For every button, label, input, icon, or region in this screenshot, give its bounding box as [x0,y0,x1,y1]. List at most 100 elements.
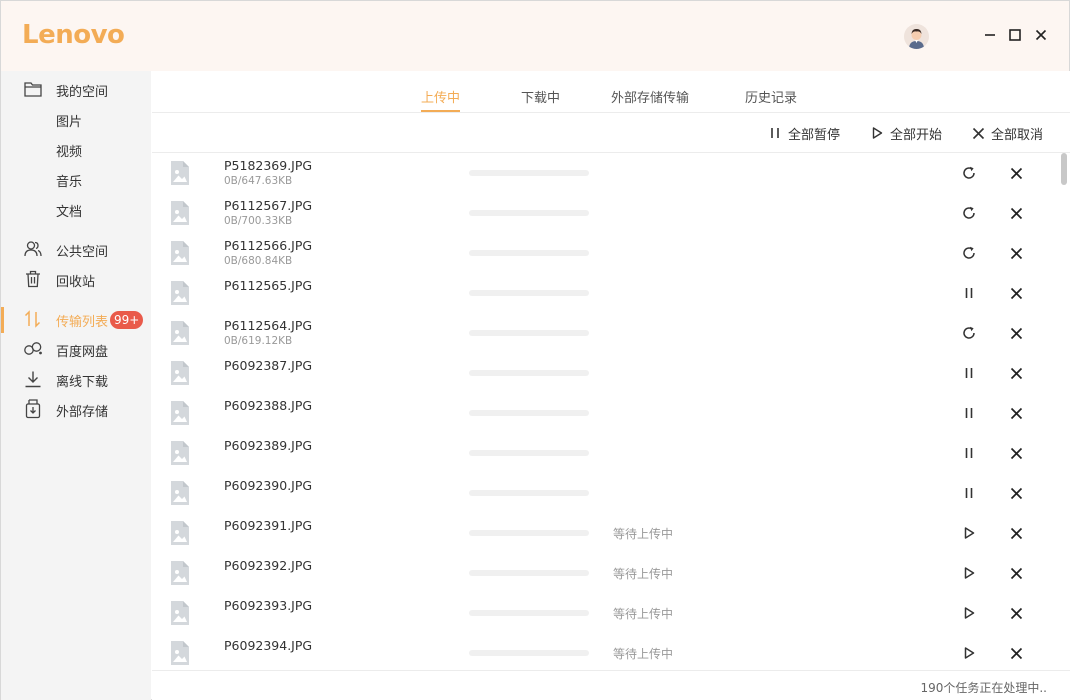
sidebar-item-documents[interactable]: 文档 [1,194,151,224]
cancel-button[interactable] [1008,525,1024,541]
cancel-button[interactable] [1008,405,1024,421]
close-icon [1010,207,1023,220]
play-button[interactable] [961,605,977,621]
transfer-status: 等待上传中 [613,567,674,581]
main-panel: 上传中 下载中 外部存储传输 历史记录 全部暂停 全部开始 全部取消 P5182… [152,71,1070,700]
cancel-button[interactable] [1008,245,1024,261]
cancel-button[interactable] [1008,205,1024,221]
progress-bar [469,450,589,456]
play-icon [963,567,975,579]
close-icon [971,126,985,140]
cancel-button[interactable] [1008,445,1024,461]
sidebar-item-label: 公共空间 [56,245,109,260]
title-bar: Lenovo [1,1,1069,71]
tab-history[interactable]: 历史记录 [745,87,797,106]
sidebar-item-public-space[interactable]: 公共空间 [1,234,151,264]
user-avatar[interactable] [904,24,929,49]
close-icon [1010,247,1023,260]
sidebar-item-external-storage[interactable]: 外部存储 [1,394,151,424]
close-icon [1010,647,1023,660]
transfer-icon [23,309,43,329]
sidebar-item-recycle-bin[interactable]: 回收站 [1,264,151,294]
pause-all-button[interactable]: 全部暂停 [768,125,841,143]
progress-bar [469,650,589,656]
sidebar-item-offline-download[interactable]: 离线下载 [1,364,151,394]
file-size: 0B/700.33KB [224,215,293,227]
play-icon [963,527,975,539]
sidebar-item-label: 音乐 [56,175,83,190]
progress-bar [469,610,589,616]
file-name: P6092387.JPG [224,358,313,373]
cancel-all-button[interactable]: 全部取消 [971,125,1043,143]
transfer-status: 等待上传中 [613,527,674,541]
cancel-button[interactable] [1008,645,1024,661]
table-row: P6092390.JPG [152,473,1057,513]
pause-button[interactable] [961,405,977,421]
close-icon [1010,447,1023,460]
cancel-button[interactable] [1008,605,1024,621]
sidebar-item-videos[interactable]: 视频 [1,134,151,164]
cancel-button[interactable] [1008,565,1024,581]
sidebar-item-label: 我的空间 [56,85,109,100]
close-icon [1010,527,1023,540]
minimize-button[interactable] [982,27,998,43]
start-all-button[interactable]: 全部开始 [870,125,943,143]
table-row: P6112566.JPG 0B/680.84KB [152,233,1057,273]
play-button[interactable] [961,525,977,541]
file-name: P6112565.JPG [224,278,313,293]
file-name: P6092391.JPG [224,518,313,533]
pause-button[interactable] [961,285,977,301]
scrollbar[interactable] [1058,153,1070,670]
table-row: P6112564.JPG 0B/619.12KB [152,313,1057,353]
pause-icon [963,287,975,299]
progress-bar [469,330,589,336]
table-row: P6092388.JPG [152,393,1057,433]
start-all-label: 全部开始 [890,127,943,143]
retry-button[interactable] [961,325,977,341]
table-row: P6092387.JPG [152,353,1057,393]
close-icon [1010,607,1023,620]
cancel-button[interactable] [1008,365,1024,381]
pause-button[interactable] [961,445,977,461]
sidebar-item-my-space[interactable]: 我的空间 [1,74,151,104]
cancel-button[interactable] [1008,165,1024,181]
play-icon [963,607,975,619]
play-button[interactable] [961,645,977,661]
pause-button[interactable] [961,365,977,381]
sidebar-item-baidu-netdisk[interactable]: 百度网盘 [1,334,151,364]
pause-icon [963,447,975,459]
sidebar-item-label: 百度网盘 [56,345,109,360]
image-file-icon [170,601,190,625]
file-name: P6112567.JPG [224,198,313,213]
scrollbar-thumb[interactable] [1061,153,1067,185]
file-name: P6092392.JPG [224,558,313,573]
close-window-button[interactable] [1033,27,1049,43]
transfer-status: 等待上传中 [613,607,674,621]
file-name: P6092394.JPG [224,638,313,653]
retry-button[interactable] [961,165,977,181]
tab-downloading[interactable]: 下载中 [521,87,560,106]
image-file-icon [170,161,190,185]
sidebar-item-transfer-list[interactable]: 传输列表 99+ [1,304,151,334]
cancel-button[interactable] [1008,285,1024,301]
table-row: P6112565.JPG [152,273,1057,313]
sidebar-item-music[interactable]: 音乐 [1,164,151,194]
image-file-icon [170,321,190,345]
status-footer: 190个任务正在处理中.. [152,670,1070,700]
table-row: P5182369.JPG 0B/647.63KB [152,153,1057,193]
task-count-text: 190个任务正在处理中.. [920,681,1047,695]
retry-button[interactable] [961,205,977,221]
pause-button[interactable] [961,485,977,501]
toolbar: 全部暂停 全部开始 全部取消 [152,113,1070,153]
pause-all-label: 全部暂停 [788,127,841,143]
play-button[interactable] [961,565,977,581]
cancel-button[interactable] [1008,485,1024,501]
folder-icon [23,79,43,99]
retry-button[interactable] [961,245,977,261]
maximize-button[interactable] [1007,27,1023,43]
sidebar-item-pictures[interactable]: 图片 [1,104,151,134]
app-window: Lenovo 我的空间 图片 视频 音乐 文档 公共空间 回收站 传输列表 99… [0,0,1070,700]
tab-external-storage-transfer[interactable]: 外部存储传输 [611,87,689,106]
cancel-button[interactable] [1008,325,1024,341]
tab-uploading[interactable]: 上传中 [421,87,461,112]
